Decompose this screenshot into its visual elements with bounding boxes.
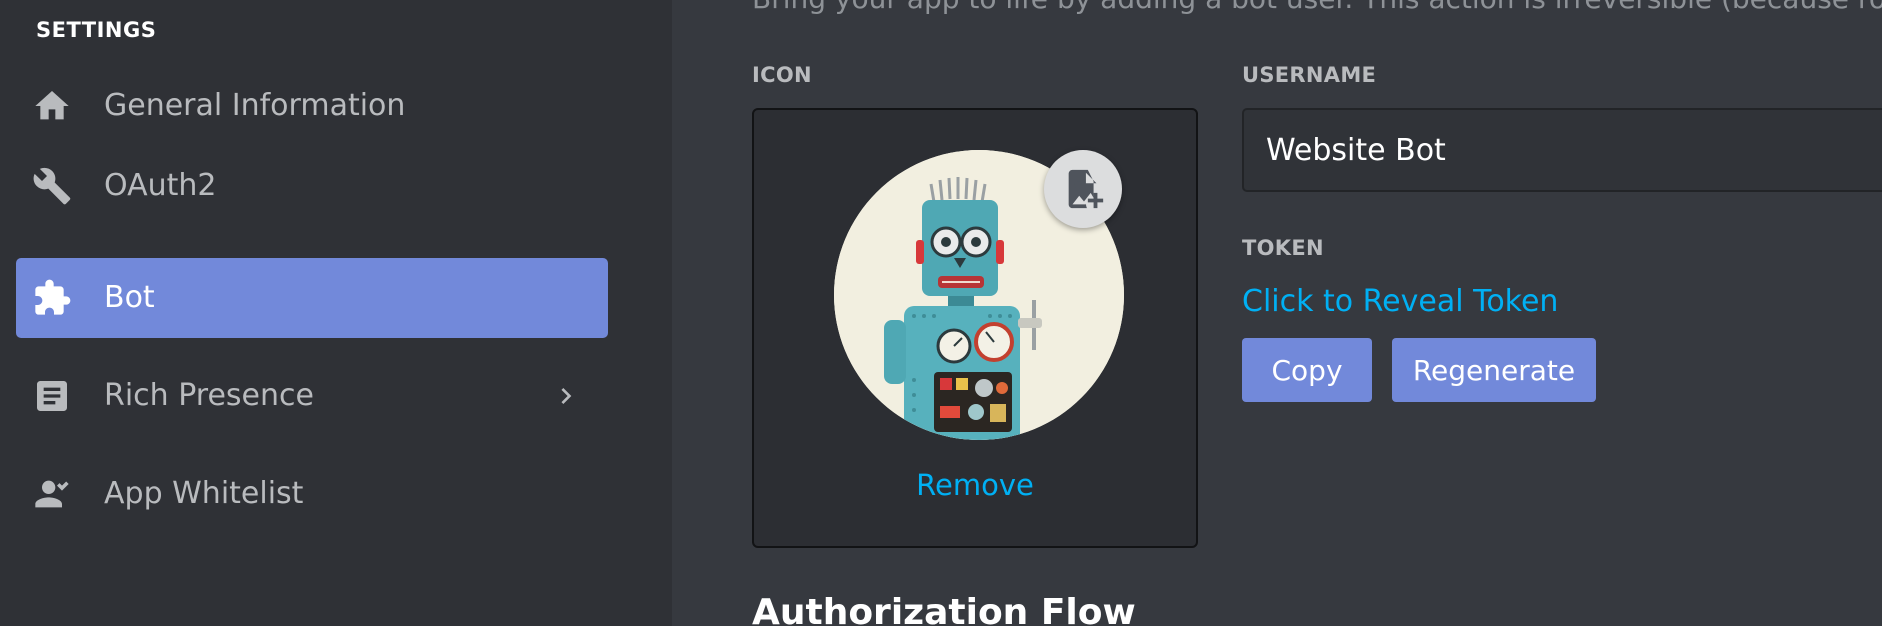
sidebar-item-app-whitelist[interactable]: App Whitelist — [16, 454, 608, 534]
add-image-icon — [1068, 169, 1104, 209]
document-icon — [32, 376, 72, 416]
sidebar-item-label: App Whitelist — [104, 476, 304, 511]
username-input[interactable] — [1242, 108, 1882, 192]
icon-upload-area[interactable]: Remove — [752, 108, 1198, 548]
home-icon — [32, 86, 72, 126]
wrench-icon — [32, 166, 72, 206]
authorization-flow-heading: Authorization Flow — [752, 592, 1136, 626]
icon-label: ICON — [752, 63, 812, 87]
chevron-right-icon[interactable] — [550, 380, 582, 412]
upload-image-button[interactable] — [1044, 150, 1122, 228]
person-icon — [32, 474, 72, 514]
puzzle-icon — [32, 278, 72, 318]
sidebar-heading: SETTINGS — [36, 18, 157, 42]
sidebar-item-bot[interactable]: Bot — [16, 258, 608, 338]
intro-text: Bring your app to life by adding a bot u… — [752, 0, 1882, 16]
sidebar-item-oauth2[interactable]: OAuth2 — [16, 146, 608, 226]
sidebar-item-label: General Information — [104, 88, 406, 123]
sidebar-item-label: Rich Presence — [104, 378, 314, 413]
regenerate-button[interactable]: Regenerate — [1392, 338, 1596, 402]
remove-icon-link[interactable]: Remove — [754, 468, 1196, 502]
copy-button[interactable]: Copy — [1242, 338, 1372, 402]
token-label: TOKEN — [1242, 236, 1324, 260]
username-label: USERNAME — [1242, 63, 1377, 87]
main-content: Bring your app to life by adding a bot u… — [672, 0, 1882, 626]
sidebar-item-label: Bot — [104, 280, 155, 315]
reveal-token-link[interactable]: Click to Reveal Token — [1242, 284, 1558, 319]
sidebar-item-rich-presence[interactable]: Rich Presence — [16, 356, 608, 436]
sidebar-item-label: OAuth2 — [104, 168, 217, 203]
sidebar-item-general-information[interactable]: General Information — [16, 66, 608, 146]
sidebar: SETTINGS General Information OAuth2 Bot … — [0, 0, 672, 626]
